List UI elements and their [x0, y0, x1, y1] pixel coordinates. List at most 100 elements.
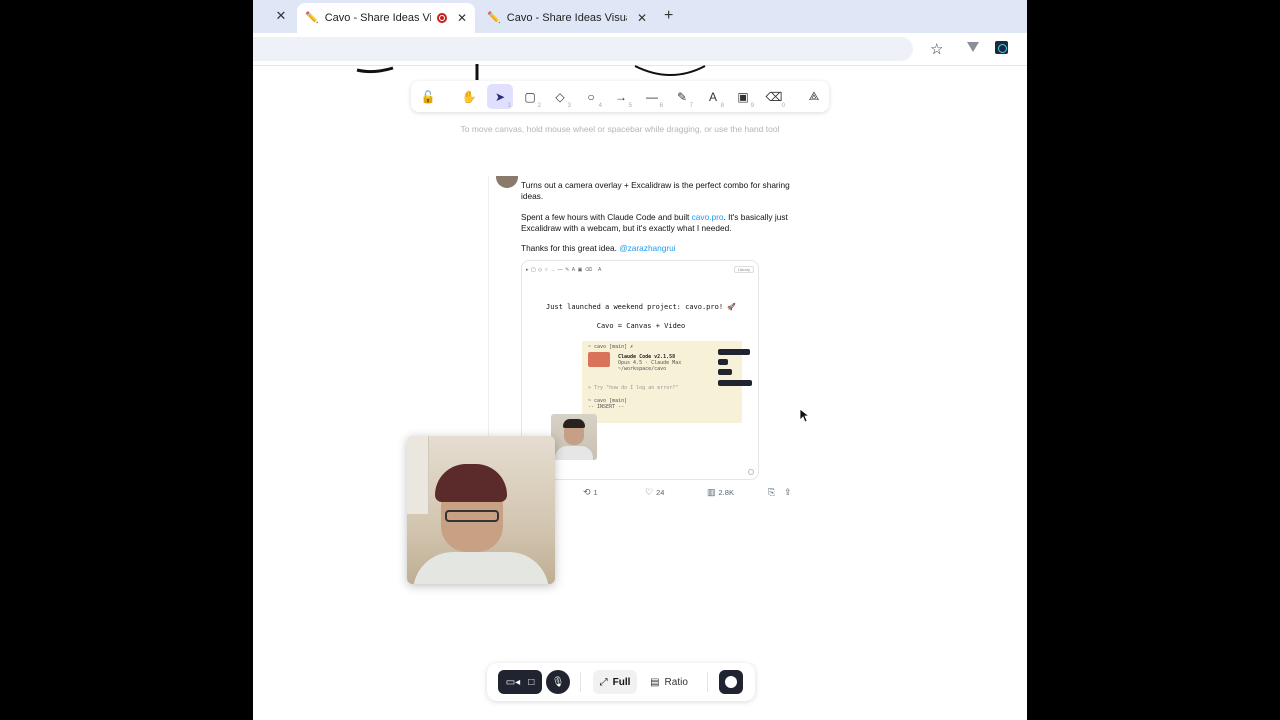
text-tool[interactable]: A8 [700, 84, 726, 110]
pencil-icon: ✏️ [305, 12, 319, 24]
terminal-footer: ~ cavo [main] -- INSERT -- [588, 398, 627, 410]
star-icon[interactable]: ☆ [930, 40, 943, 58]
microphone-icon: 🎙 [551, 676, 565, 688]
heart-icon: ♡ [645, 487, 654, 497]
mini-webcam-bubble [551, 414, 597, 460]
tweet-text-segment: Thanks for this great idea. [521, 243, 620, 253]
image-tool[interactable]: ▣ 9 [730, 84, 756, 110]
tab-cavo-second[interactable]: ✏️ Cavo - Share Ideas Visually | ✕ [479, 3, 655, 33]
full-mode-button[interactable]: ⤢ Full [593, 670, 637, 694]
image-icon: ▣ [737, 89, 749, 104]
view-count: 2.8K [718, 488, 734, 497]
bookmark-icon: ⎘ [768, 487, 776, 497]
selection-tool[interactable]: ➤ 1 [487, 84, 513, 109]
browser-window: ✕ ✏️ Cavo - Share Ideas Visually ✕ ✏️ Ca… [253, 0, 1027, 720]
retweet-action[interactable]: ⟲ 1 [583, 487, 598, 498]
rectangle-icon: ▢ [524, 89, 536, 104]
tool-shortcut: 2 [537, 103, 541, 109]
terminal-path: ~/workspace/cavo [618, 366, 667, 372]
eraser-icon: ⌫ [765, 89, 783, 104]
shapes-icon: ⟁ [808, 89, 820, 103]
tool-shortcut: 9 [750, 103, 754, 109]
claude-mascot-icon [588, 352, 610, 367]
tool-shortcut: 6 [659, 103, 663, 109]
eraser-tool[interactable]: ⌫ 0 [761, 84, 787, 110]
tab-title: Cavo - Share Ideas Visually | [506, 12, 627, 24]
mini-toolbar: ▸▢◇○→—✎A▣⌫ A [526, 267, 604, 273]
selection-icon: ➤ [494, 89, 506, 104]
close-icon[interactable]: ✕ [457, 11, 467, 25]
mini-library-button: Library [734, 266, 754, 273]
retweet-icon: ⟲ [583, 487, 591, 497]
text-icon: A [708, 89, 717, 104]
react-devtools-icon[interactable] [995, 41, 1008, 54]
record-button[interactable] [719, 670, 743, 694]
webcam-overlay[interactable] [407, 436, 555, 584]
terminal-info: Claude Code v2.1.58 Opus 4.5 · Claude Ma… [618, 354, 681, 372]
drawing-toolbar: 🔓 ✋ ➤ 1 ▢ 2 ◇ 3 ○ 4 → 5—6 ✎ 7 A 8 ▣ 9 ⌫ 0 ⟁ [411, 81, 829, 112]
tweet-link[interactable]: cavo.pro [692, 212, 724, 222]
expand-icon: ⤢ [599, 676, 608, 688]
avatar [496, 176, 518, 188]
terminal-input: > Try "how do I log an error?" [588, 385, 679, 391]
share-action[interactable]: ⇪ [784, 487, 795, 498]
terminal-mode: -- INSERT -- [588, 404, 625, 410]
divider [580, 672, 581, 692]
tab-cavo-active[interactable]: ✏️ Cavo - Share Ideas Visually ✕ [297, 3, 475, 33]
like-count: 24 [656, 488, 665, 497]
tweet-text-2: Spent a few hours with Claude Code and b… [521, 212, 791, 233]
recording-icon [437, 13, 447, 23]
full-label: Full [612, 676, 631, 688]
share-icon: ⇪ [784, 487, 792, 497]
diamond-tool[interactable]: ◇ 3 [547, 84, 573, 110]
hand-icon: ✋ [461, 89, 477, 104]
chart-icon: ▥ [707, 487, 716, 497]
terminal-prompt: ~ cavo [main] ✗ [588, 344, 634, 350]
camera-icon: ▭◂ [505, 676, 521, 688]
recording-control-bar: ▭◂ □ 🎙 ⤢ Full ▤ Ratio [487, 663, 755, 701]
divider [707, 672, 708, 692]
tweet-text-segment: Spent a few hours with Claude Code and b… [521, 212, 692, 222]
handwritten-title: Just launched a weekend project: cavo.pr… [546, 303, 736, 311]
mention-link[interactable]: @zarazhangrui [619, 243, 675, 253]
like-action[interactable]: ♡ 24 [645, 487, 664, 498]
diamond-icon: ◇ [555, 89, 565, 104]
tab-strip: ✕ ✏️ Cavo - Share Ideas Visually ✕ ✏️ Ca… [253, 0, 1027, 33]
shapes-tool[interactable]: ⟁ [801, 84, 827, 109]
canvas-hint: To move canvas, hold mouse wheel or spac… [460, 124, 780, 134]
extension-icon[interactable] [967, 41, 979, 53]
tool-shortcut: 7 [689, 103, 693, 109]
pencil-icon: ✏️ [487, 12, 501, 24]
hand-tool[interactable]: ✋ [456, 84, 482, 109]
views-action[interactable]: ▥ 2.8K [707, 487, 734, 498]
tool-shortcut: 8 [720, 103, 724, 109]
line-icon: — [646, 89, 658, 104]
ratio-mode-button[interactable]: ▤ Ratio [645, 670, 693, 694]
arrow-icon: → [615, 89, 627, 104]
layout-icon: ▤ [650, 676, 660, 688]
tweet-text-1: Turns out a camera overlay + Excalidraw … [521, 180, 790, 201]
tweet-text-3: Thanks for this great idea. @zarazhangru… [521, 243, 791, 254]
mouse-cursor-icon [799, 408, 809, 423]
ellipse-icon: ○ [587, 89, 595, 104]
media-badge-icon [748, 469, 754, 475]
rectangle-tool[interactable]: ▢ 2 [517, 84, 543, 110]
retweet-count: 1 [593, 488, 598, 497]
square-icon: □ [528, 676, 535, 688]
close-icon[interactable]: ✕ [273, 8, 289, 24]
bookmark-action[interactable]: ⎘ [768, 487, 778, 498]
pencil-tool[interactable]: ✎ 7 [669, 84, 695, 110]
lock-tool[interactable]: 🔓 [415, 84, 441, 109]
microphone-button[interactable]: 🎙 [546, 670, 570, 694]
line-tool[interactable]: —6 [639, 84, 665, 110]
close-icon[interactable]: ✕ [637, 11, 647, 25]
ratio-label: Ratio [664, 676, 688, 688]
new-tab-button[interactable]: + [664, 7, 673, 25]
address-bar[interactable] [253, 37, 913, 61]
tool-shortcut: 4 [598, 103, 602, 109]
tab-title: Cavo - Share Ideas Visually [324, 12, 432, 24]
camera-toggle[interactable]: ▭◂ □ [498, 670, 542, 694]
arrow-tool[interactable]: → 5 [608, 84, 634, 110]
tool-shortcut: 0 [781, 103, 785, 109]
ellipse-tool[interactable]: ○ 4 [578, 84, 604, 110]
